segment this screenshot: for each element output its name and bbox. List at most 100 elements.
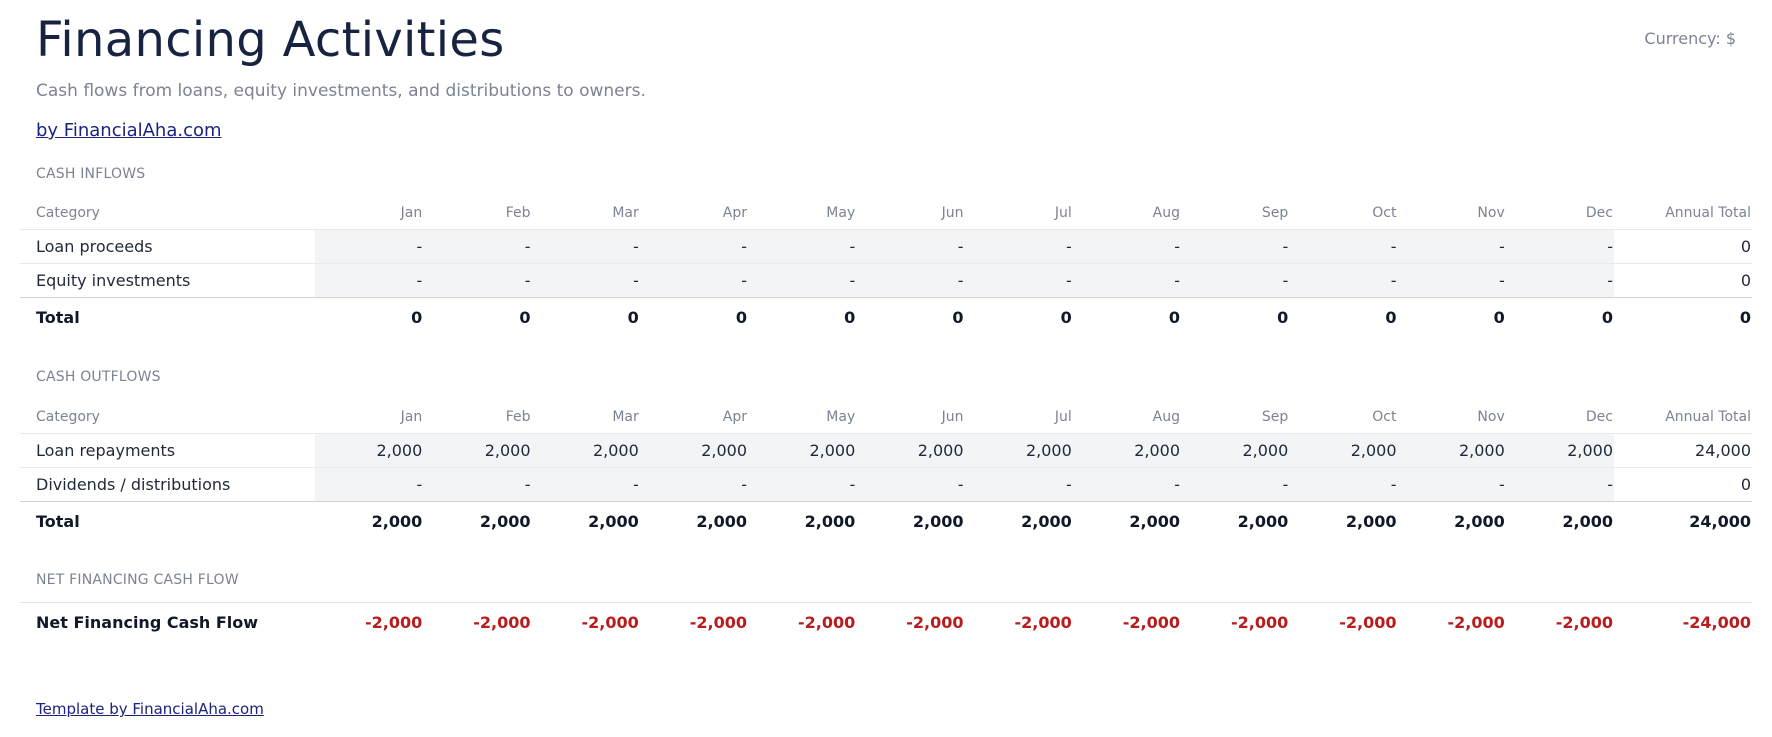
input-cell[interactable]: 2,000 — [531, 433, 640, 468]
input-cell[interactable]: - — [1505, 467, 1614, 502]
input-cell[interactable]: - — [315, 229, 424, 264]
annual-total-cell: 0 — [1614, 229, 1752, 264]
column-header-month: Mar — [531, 400, 640, 434]
column-header-month: Sep — [1181, 196, 1290, 230]
input-cell[interactable]: - — [315, 467, 424, 502]
total-label: Total — [36, 307, 80, 327]
input-cell[interactable]: - — [531, 263, 640, 298]
input-cell[interactable]: - — [423, 229, 532, 264]
net-cell: -2,000 — [365, 612, 423, 632]
byline-link[interactable]: by FinancialAha.com — [36, 120, 222, 141]
input-cell[interactable]: - — [1181, 263, 1290, 298]
input-cell[interactable]: - — [1505, 229, 1614, 264]
input-cell[interactable]: 2,000 — [315, 433, 424, 468]
input-cell[interactable]: - — [1397, 229, 1506, 264]
column-header-month: Jan — [315, 196, 424, 230]
total-cell: 0 — [1385, 307, 1397, 327]
total-cell: 0 — [411, 307, 423, 327]
input-cell[interactable]: - — [964, 467, 1073, 502]
input-cell[interactable]: - — [315, 263, 424, 298]
input-cell[interactable]: - — [964, 263, 1073, 298]
input-cell[interactable]: - — [964, 229, 1073, 264]
column-header-month: Aug — [1072, 400, 1181, 434]
total-cell: 0 — [1168, 307, 1180, 327]
net-cell: -2,000 — [581, 612, 639, 632]
input-cell[interactable]: - — [856, 467, 965, 502]
column-header-annual-total: Annual Total — [1614, 400, 1752, 434]
annual-total-cell: 0 — [1739, 307, 1751, 327]
total-cell: 0 — [1493, 307, 1505, 327]
total-label: Total — [36, 511, 80, 531]
input-cell[interactable]: 2,000 — [1072, 433, 1181, 468]
outflows-section-label: CASH OUTFLOWS — [36, 369, 161, 385]
total-cell: 0 — [952, 307, 964, 327]
net-cell: -2,000 — [689, 612, 747, 632]
net-cell: -2,000 — [1231, 612, 1289, 632]
column-header-month: Feb — [423, 196, 532, 230]
input-cell[interactable]: - — [1289, 467, 1398, 502]
column-header-month: Jun — [856, 400, 965, 434]
currency-label: Currency: $ — [1644, 29, 1736, 48]
input-cell[interactable]: - — [856, 263, 965, 298]
input-cell[interactable]: - — [1072, 263, 1181, 298]
input-cell[interactable]: 2,000 — [964, 433, 1073, 468]
input-cell[interactable]: - — [1072, 467, 1181, 502]
net-annual-total-cell: -24,000 — [1682, 612, 1751, 632]
page-title: Financing Activities — [36, 12, 505, 68]
inflows-section-label: CASH INFLOWS — [36, 166, 146, 182]
total-cell: 2,000 — [588, 511, 639, 531]
input-cell[interactable]: 2,000 — [748, 433, 857, 468]
column-header-month: Mar — [531, 196, 640, 230]
column-header-month: Apr — [639, 196, 748, 230]
net-cell: -2,000 — [1555, 612, 1613, 632]
input-cell[interactable]: - — [423, 263, 532, 298]
total-cell: 2,000 — [1237, 511, 1289, 531]
input-cell[interactable]: - — [1072, 229, 1181, 264]
total-cell: 2,000 — [371, 511, 423, 531]
column-header-month: Oct — [1289, 400, 1398, 434]
input-cell[interactable]: - — [639, 229, 748, 264]
input-cell[interactable]: - — [639, 263, 748, 298]
column-header-month: Dec — [1505, 400, 1614, 434]
input-cell[interactable]: - — [1505, 263, 1614, 298]
column-header-month: Jun — [856, 196, 965, 230]
input-cell[interactable]: - — [748, 467, 857, 502]
column-header-month: Nov — [1397, 400, 1506, 434]
total-cell: 2,000 — [804, 511, 856, 531]
input-cell[interactable]: 2,000 — [1289, 433, 1398, 468]
net-cell: -2,000 — [1014, 612, 1072, 632]
total-cell: 2,000 — [1562, 511, 1613, 531]
net-cell: -2,000 — [473, 612, 531, 632]
input-cell[interactable]: - — [531, 229, 640, 264]
input-cell[interactable]: - — [423, 467, 532, 502]
input-cell[interactable]: 2,000 — [1505, 433, 1614, 468]
input-cell[interactable]: 2,000 — [423, 433, 532, 468]
input-cell[interactable]: - — [1289, 229, 1398, 264]
input-cell[interactable]: - — [748, 229, 857, 264]
input-cell[interactable]: - — [639, 467, 748, 502]
input-cell[interactable]: - — [1181, 467, 1290, 502]
input-cell[interactable]: - — [531, 467, 640, 502]
total-cell: 0 — [844, 307, 856, 327]
input-cell[interactable]: 2,000 — [639, 433, 748, 468]
inflows-header-row: Category Jan Feb Mar Apr May Jun Jul Aug… — [20, 196, 1752, 230]
column-header-month: Oct — [1289, 196, 1398, 230]
total-cell: 0 — [1060, 307, 1072, 327]
total-cell: 0 — [519, 307, 531, 327]
column-header-month: Apr — [639, 400, 748, 434]
input-cell[interactable]: 2,000 — [856, 433, 965, 468]
column-header-month: Jul — [964, 196, 1073, 230]
total-cell: 0 — [627, 307, 639, 327]
input-cell[interactable]: - — [1289, 263, 1398, 298]
outflows-table: Category Jan Feb Mar Apr May Jun Jul Aug… — [20, 400, 1752, 540]
input-cell[interactable]: 2,000 — [1397, 433, 1506, 468]
input-cell[interactable]: 2,000 — [1181, 433, 1290, 468]
input-cell[interactable]: - — [1397, 467, 1506, 502]
table-row-inflows-total: Total 0 0 0 0 0 0 0 0 0 0 0 0 0 — [20, 298, 1752, 337]
footer-template-link[interactable]: Template by FinancialAha.com — [36, 700, 264, 718]
input-cell[interactable]: - — [856, 229, 965, 264]
total-cell: 2,000 — [912, 511, 964, 531]
input-cell[interactable]: - — [1181, 229, 1290, 264]
input-cell[interactable]: - — [748, 263, 857, 298]
input-cell[interactable]: - — [1397, 263, 1506, 298]
